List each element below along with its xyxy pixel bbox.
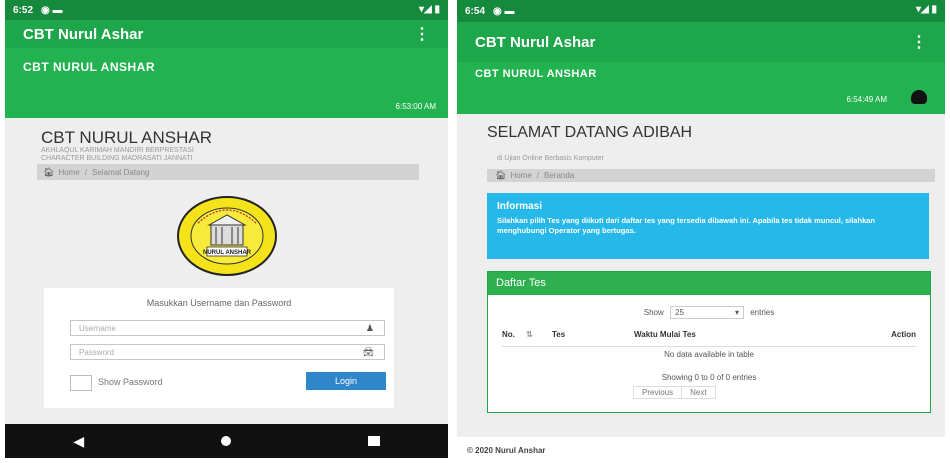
left-phone-screen: 6:52 ◉ ▬ ▾◢ ▮ CBT Nurul Ashar ⋮ CBT NURU… <box>5 0 448 458</box>
subtitle-line-1: AKHLAQUL KARIMAH MANDIRI BERPRESTASI <box>41 147 194 154</box>
page-content: SELAMAT DATANG ADIBAH di Ujian Online Be… <box>457 114 945 437</box>
showing-info: Showing 0 to 0 of 0 entries <box>661 373 757 382</box>
app-bar: CBT Nurul Ashar ⋮ <box>5 20 448 48</box>
home-icon: 🏠︎ <box>43 166 55 177</box>
username-input[interactable]: Username ♟ <box>70 320 385 336</box>
notification-icon: ◉ ▬ <box>41 4 63 16</box>
home-button-icon[interactable] <box>220 436 231 446</box>
home-icon: 🏠︎ <box>495 170 507 180</box>
empty-message: No data available in table <box>664 350 754 359</box>
username-placeholder: Username <box>79 323 116 333</box>
info-text: Silahkan pilih Tes yang diikuti dari daf… <box>497 216 876 235</box>
breadcrumb-separator: / <box>84 167 88 177</box>
app-title: CBT Nurul Ashar <box>475 33 596 51</box>
clock-time: 6:54:49 AM <box>846 95 887 104</box>
next-button[interactable]: Next <box>682 386 716 399</box>
notification-icon: ◉ ▬ <box>493 5 515 17</box>
col-no[interactable]: No. <box>502 330 515 339</box>
entries-label: entries <box>750 308 775 317</box>
login-prompt: Masukkan Username dan Password <box>146 298 292 308</box>
overflow-menu-icon[interactable]: ⋮ <box>911 32 927 52</box>
welcome-title: SELAMAT DATANG ADIBAH <box>487 124 693 141</box>
status-time: 6:52 <box>13 4 34 16</box>
previous-button[interactable]: Previous <box>633 386 683 399</box>
school-logo: NURUL ANSHAR <box>177 196 277 276</box>
show-password-checkbox[interactable] <box>70 375 92 391</box>
tests-title: Daftar Tes <box>488 272 930 295</box>
breadcrumb-home[interactable]: Home <box>58 168 79 177</box>
page-title: CBT NURUL ANSHAR <box>41 128 212 147</box>
entries-select-value: 25 <box>675 308 684 317</box>
sort-icon[interactable]: ⇅ <box>526 330 533 339</box>
col-waktu[interactable]: Waktu Mulai Tes <box>634 330 696 339</box>
site-brand[interactable]: CBT NURUL ANSHAR <box>475 68 597 80</box>
signal-battery-icon: ▾◢ ▮ <box>419 4 440 15</box>
user-avatar-icon[interactable] <box>911 90 927 104</box>
pagination: Previous Next <box>633 386 716 399</box>
android-nav-bar: ◀ <box>5 424 448 458</box>
table-header: No. ⇅ Tes Waktu Mulai Tes Action <box>502 330 916 342</box>
show-password-label[interactable]: Show Password <box>98 377 163 387</box>
login-panel: Masukkan Username dan Password Username … <box>44 288 394 408</box>
status-bar: 6:52 ◉ ▬ ▾◢ ▮ <box>5 0 448 20</box>
site-header: CBT NURUL ANSHAR 6:54:49 AM <box>457 62 945 114</box>
footer: © 2020 Nurul Anshar <box>457 437 945 463</box>
recents-icon[interactable] <box>367 436 380 446</box>
logo-text: NURUL ANSHAR <box>203 250 252 256</box>
app-title: CBT Nurul Ashar <box>23 25 144 43</box>
subtitle-line-2: CHARACTER BUILDING MADRASATI JANNATI <box>41 155 193 162</box>
login-button[interactable]: Login <box>306 372 386 390</box>
col-action[interactable]: Action <box>891 330 916 339</box>
app-bar: CBT Nurul Ashar ⋮ <box>457 22 945 62</box>
breadcrumb-current: Beranda <box>544 171 575 180</box>
col-tes[interactable]: Tes <box>552 330 565 339</box>
welcome-subtitle: di Ujian Online Berbasis Komputer <box>497 155 604 162</box>
chevron-down-icon: ▾ <box>734 308 739 317</box>
user-icon: ♟ <box>365 322 374 333</box>
signal-battery-icon: ▾◢ ▮ <box>916 4 937 15</box>
overflow-menu-icon[interactable]: ⋮ <box>414 24 430 44</box>
tests-panel: Daftar Tes Show 25 ▾ entries No. ⇅ Tes W… <box>487 271 931 413</box>
site-header: CBT NURUL ANSHAR 6:53:00 AM <box>5 48 448 118</box>
password-placeholder: Password <box>79 347 115 357</box>
header-divider <box>502 346 916 347</box>
breadcrumb-current: Selamat Datang <box>92 167 150 177</box>
entries-select[interactable]: 25 ▾ <box>670 306 744 319</box>
clock-time: 6:53:00 AM <box>395 102 436 111</box>
car-icon: 🚘︎ <box>362 346 374 357</box>
right-phone-screen: 6:54 ◉ ▬ ▾◢ ▮ CBT Nurul Ashar ⋮ CBT NURU… <box>457 0 945 463</box>
info-callout: Informasi Silahkan pilih Tes yang diikut… <box>487 193 929 259</box>
status-time: 6:54 <box>465 5 486 17</box>
status-bar: 6:54 ◉ ▬ ▾◢ ▮ <box>457 0 945 22</box>
breadcrumb-home[interactable]: Home <box>510 171 531 180</box>
breadcrumb: 🏠︎ Home / Selamat Datang <box>37 164 419 180</box>
show-label: Show <box>643 308 664 317</box>
back-icon[interactable]: ◀ <box>73 433 84 450</box>
info-title: Informasi <box>497 201 543 212</box>
breadcrumb: 🏠︎ Home / Beranda <box>487 169 935 182</box>
site-brand[interactable]: CBT NURUL ANSHAR <box>23 60 155 74</box>
length-control: Show 25 ▾ entries <box>488 306 930 319</box>
page-subtitle: AKHLAQUL KARIMAH MANDIRI BERPRESTASI CHA… <box>41 147 194 163</box>
password-input[interactable]: Password 🚘︎ <box>70 344 385 360</box>
breadcrumb-separator: / <box>536 171 540 180</box>
page-content: CBT NURUL ANSHAR AKHLAQUL KARIMAH MANDIR… <box>5 118 448 424</box>
